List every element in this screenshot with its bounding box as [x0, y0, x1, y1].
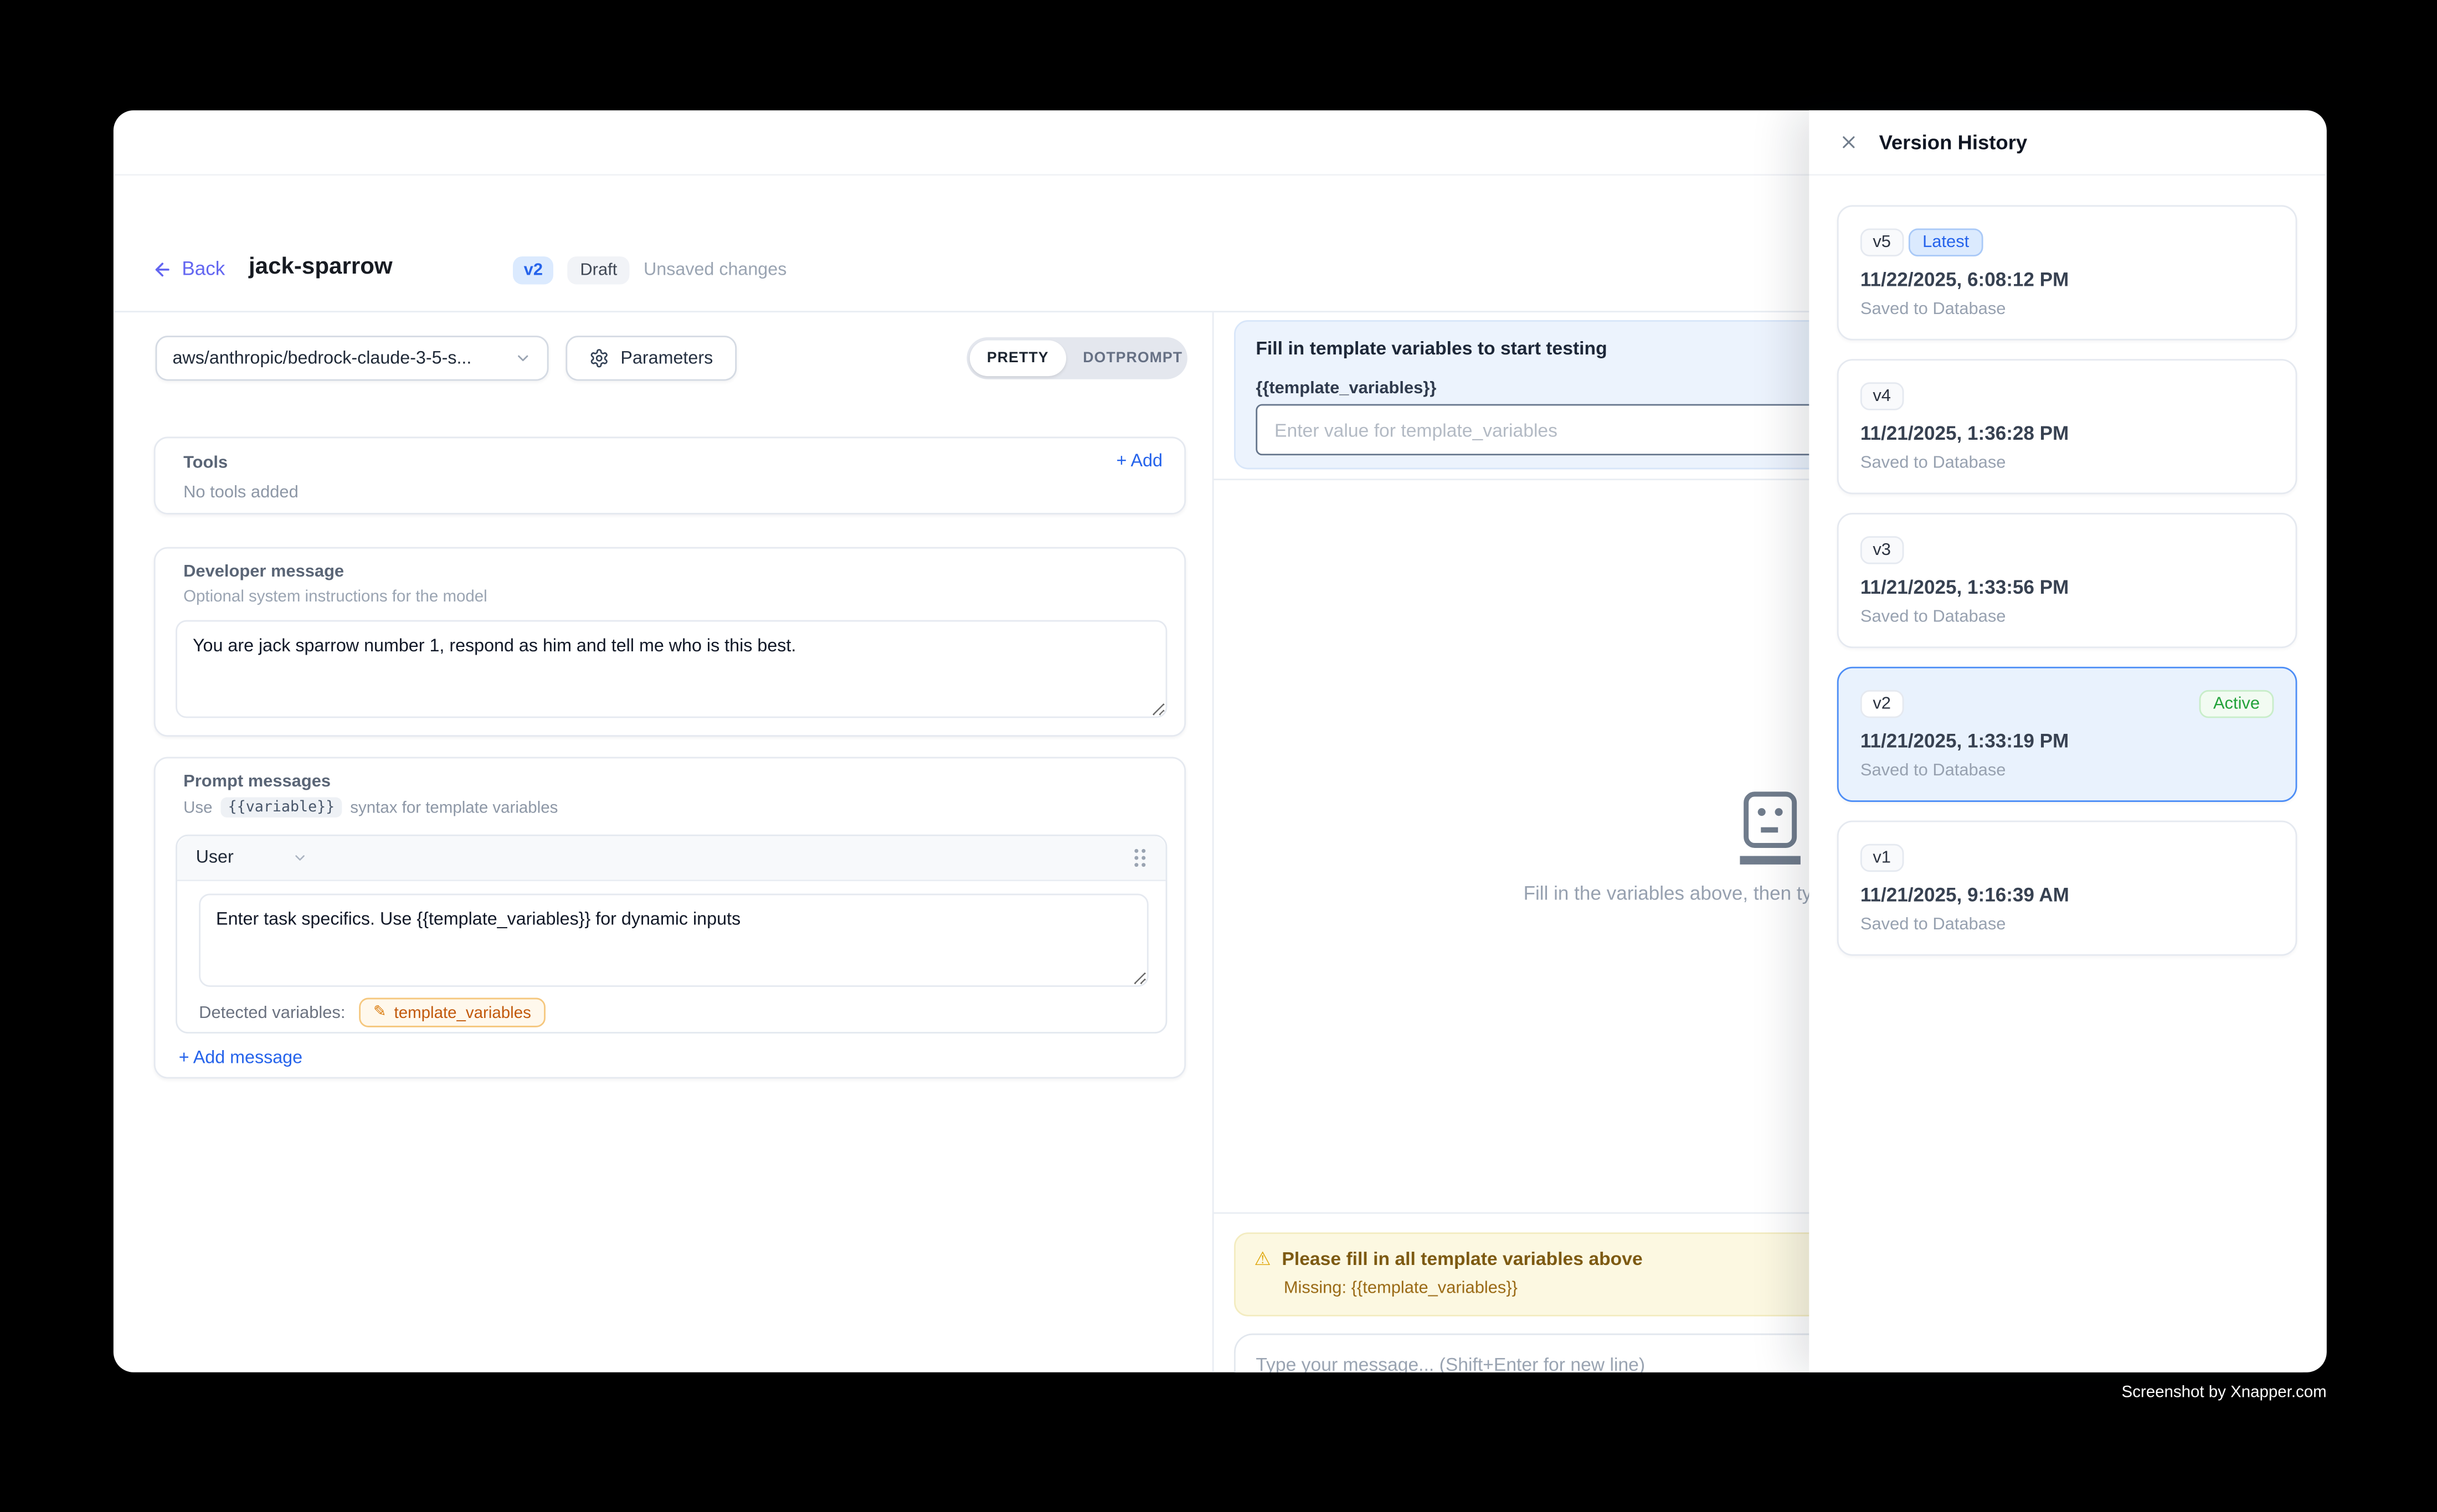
latest-badge: Latest: [1909, 228, 1983, 256]
version-card-v4[interactable]: v4 11/21/2025, 1:36:28 PM Saved to Datab…: [1837, 359, 2297, 494]
version-saved-status: Saved to Database: [1860, 300, 2006, 319]
version-number-badge: v3: [1860, 536, 1904, 564]
parameters-button[interactable]: Parameters: [565, 336, 737, 380]
role-value: User: [196, 848, 234, 867]
unsaved-changes-text: Unsaved changes: [644, 261, 786, 280]
detected-variable-chip[interactable]: ✎ template_variables: [359, 998, 545, 1027]
drag-handle-icon[interactable]: [1133, 847, 1147, 868]
version-history-panel: Version History v5 Latest 11/22/2025, 6:…: [1809, 110, 2326, 1372]
version-timestamp: 11/21/2025, 1:33:56 PM: [1860, 577, 2069, 598]
pencil-icon: ✎: [373, 1004, 387, 1021]
add-message-button[interactable]: + Add message: [179, 1049, 302, 1068]
model-selector[interactable]: aws/anthropic/bedrock-claude-3-5-s...: [156, 336, 549, 380]
version-saved-status: Saved to Database: [1860, 454, 2006, 472]
version-number-badge: v5: [1860, 228, 1904, 256]
version-saved-status: Saved to Database: [1860, 608, 2006, 626]
toggle-dotprompt[interactable]: DOTPROMPT: [1066, 341, 1200, 377]
message-block: User Enter task specifics. Use {{templat…: [176, 835, 1167, 1033]
user-message-textarea[interactable]: Enter task specifics. Use {{template_var…: [199, 894, 1149, 987]
developer-message-label: Developer message: [183, 563, 344, 582]
template-variable-name: {{template_variables}}: [1256, 379, 1436, 398]
gear-icon: [589, 348, 609, 368]
status-badge: Draft: [568, 256, 630, 285]
version-card-v1[interactable]: v1 11/21/2025, 9:16:39 AM Saved to Datab…: [1837, 821, 2297, 956]
version-timestamp: 11/22/2025, 6:08:12 PM: [1860, 269, 2069, 290]
watermark-credit: Screenshot by Xnapper.com: [2122, 1383, 2327, 1402]
back-label: Back: [182, 258, 225, 280]
prompt-messages-label: Prompt messages: [183, 773, 331, 791]
header-badges: v2 Draft Unsaved changes: [513, 256, 786, 285]
developer-message-card: Developer message Optional system instru…: [154, 547, 1186, 737]
chevron-down-icon: [292, 850, 308, 866]
page-title: jack-sparrow: [249, 253, 393, 280]
toggle-pretty[interactable]: PRETTY: [970, 341, 1066, 377]
version-card-v2-active[interactable]: v2 Active 11/21/2025, 1:33:19 PM Saved t…: [1837, 667, 2297, 802]
role-selector[interactable]: User: [196, 848, 309, 867]
hint-suffix: syntax for template variables: [350, 798, 558, 817]
version-timestamp: 11/21/2025, 1:36:28 PM: [1860, 423, 2069, 444]
bot-face-icon: [1735, 789, 1806, 875]
parameters-label: Parameters: [620, 349, 713, 368]
version-list: v5 Latest 11/22/2025, 6:08:12 PM Saved t…: [1837, 205, 2297, 955]
arrow-left-icon: [152, 259, 172, 279]
model-selector-value: aws/anthropic/bedrock-claude-3-5-s...: [172, 349, 471, 368]
version-card-v3[interactable]: v3 11/21/2025, 1:33:56 PM Saved to Datab…: [1837, 513, 2297, 648]
active-badge: Active: [2199, 690, 2274, 718]
message-header: User: [177, 836, 1166, 881]
tools-card: Tools + Add No tools added: [154, 437, 1186, 515]
detected-variables-label: Detected variables:: [199, 1003, 345, 1022]
version-badge: v2: [513, 256, 554, 285]
close-icon[interactable]: [1839, 132, 1859, 152]
hint-prefix: Use: [183, 798, 212, 817]
version-history-header: Version History: [1809, 110, 2326, 176]
version-number-badge: v2: [1860, 690, 1904, 718]
template-variables-title: Fill in template variables to start test…: [1256, 337, 1607, 359]
warning-title: Please fill in all template variables ab…: [1282, 1248, 1642, 1269]
version-saved-status: Saved to Database: [1860, 762, 2006, 780]
developer-message-hint: Optional system instructions for the mod…: [183, 588, 487, 606]
version-number-badge: v4: [1860, 382, 1904, 410]
tools-empty-text: No tools added: [183, 484, 299, 502]
warning-missing-text: Missing: {{template_variables}}: [1284, 1279, 1518, 1298]
version-timestamp: 11/21/2025, 1:33:19 PM: [1860, 731, 2069, 752]
variable-syntax-chip: {{variable}}: [220, 798, 343, 817]
back-button[interactable]: Back: [152, 258, 225, 280]
version-timestamp: 11/21/2025, 9:16:39 AM: [1860, 884, 2069, 906]
version-history-title: Version History: [1879, 131, 2028, 154]
version-card-v5[interactable]: v5 Latest 11/22/2025, 6:08:12 PM Saved t…: [1837, 205, 2297, 340]
detected-variable-name: template_variables: [394, 1003, 531, 1022]
add-tool-button[interactable]: + Add: [1116, 452, 1162, 471]
version-number-badge: v1: [1860, 844, 1904, 872]
prompt-messages-card: Prompt messages Use {{variable}} syntax …: [154, 757, 1186, 1079]
prompt-messages-hint: Use {{variable}} syntax for template var…: [183, 798, 558, 817]
version-saved-status: Saved to Database: [1860, 916, 2006, 934]
detected-variables-row: Detected variables: ✎ template_variables: [199, 998, 545, 1027]
chevron-down-icon: [515, 349, 532, 367]
format-toggle: PRETTY DOTPROMPT: [966, 337, 1187, 379]
tools-label: Tools: [183, 454, 228, 472]
screenshot-stage: Back jack-sparrow v2 Draft Unsaved chang…: [0, 0, 2437, 1512]
developer-message-textarea[interactable]: You are jack sparrow number 1, respond a…: [176, 620, 1167, 718]
warning-icon: ⚠: [1255, 1249, 1271, 1268]
